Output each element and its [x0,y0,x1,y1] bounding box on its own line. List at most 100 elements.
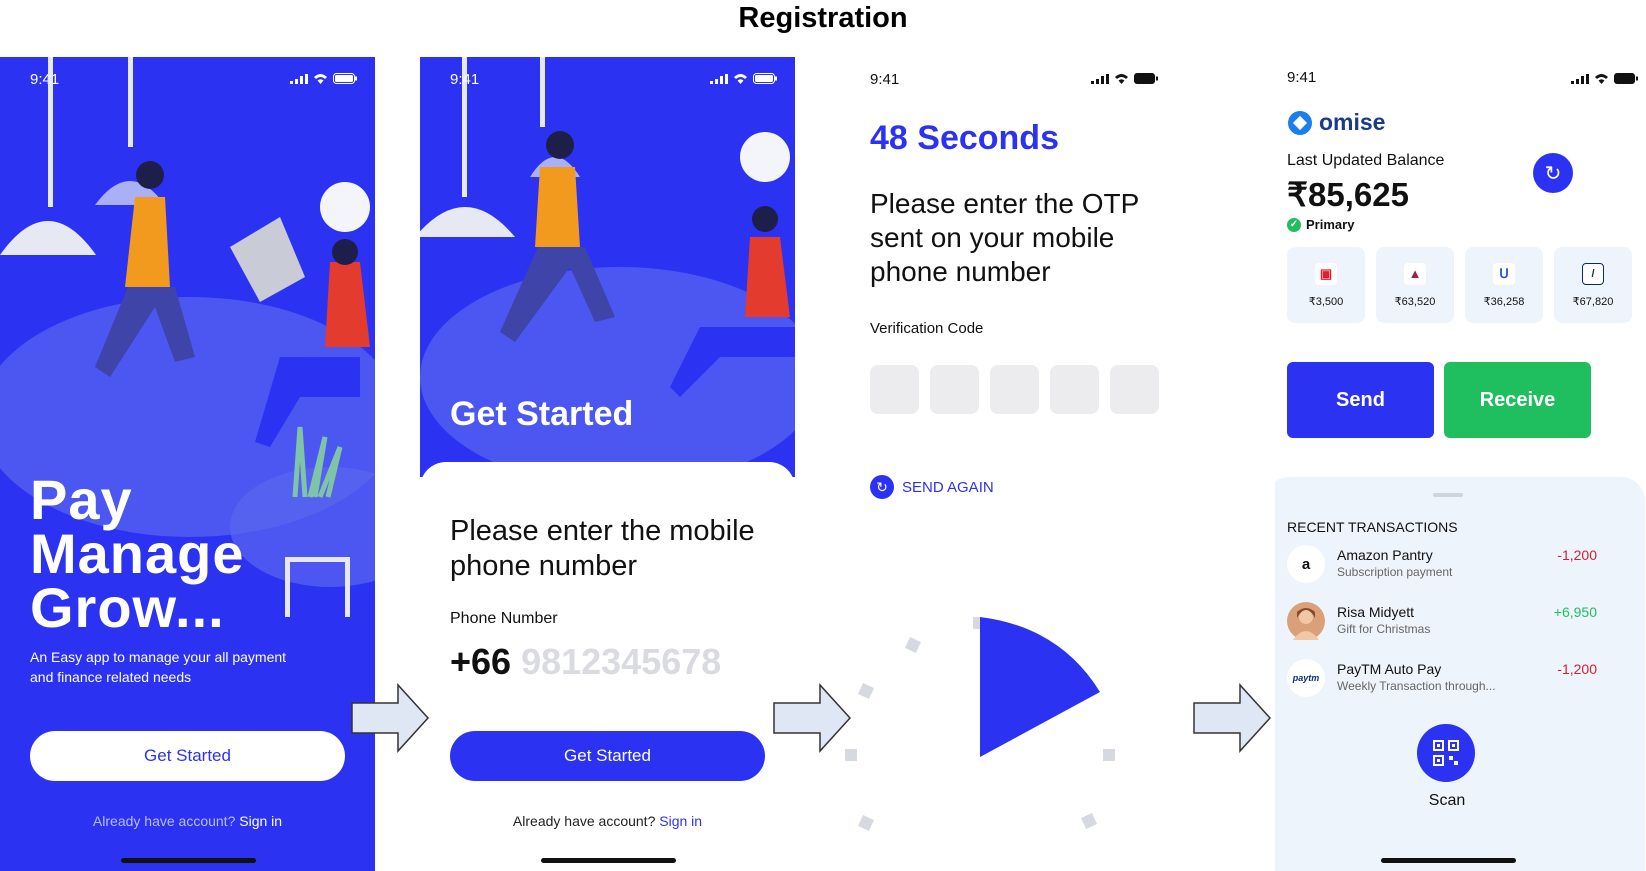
bank-card-hdfc[interactable]: ▣ ₹3,500 [1287,247,1365,323]
transactions-sheet: RECENT TRANSACTIONS a Amazon Pantry Subs… [1275,477,1645,871]
bank-amount: ₹3,500 [1308,295,1344,308]
primary-badge: ✓ Primary [1287,217,1354,232]
hero-line-grow: Grow... [30,576,225,639]
otp-digit-3[interactable] [990,365,1039,414]
amazon-avatar-icon: a [1287,545,1325,583]
check-icon: ✓ [1287,217,1301,232]
home-indicator [1380,858,1516,863]
status-time: 9:41 [1287,69,1317,86]
signal-icon [710,73,728,84]
transaction-name: Risa Midyett [1337,604,1415,620]
sign-in-link[interactable]: Sign in [659,813,702,829]
country-code[interactable]: +66 [450,641,511,682]
recent-transactions-title: RECENT TRANSACTIONS [1287,519,1458,535]
home-indicator [120,858,256,863]
status-time: 9:41 [870,71,900,88]
bank-amount: ₹63,520 [1394,295,1436,308]
bank-accounts: ▣ ₹3,500 ▲ ₹63,520 ᑌ ₹36,258 / ₹67,820 [1287,247,1632,323]
flow-arrow-icon [351,683,430,753]
bank-card-axis[interactable]: ▲ ₹63,520 [1376,247,1454,323]
battery-icon [753,73,777,84]
bank-card-union[interactable]: ᑌ ₹36,258 [1465,247,1543,323]
status-bar: 9:41 [420,57,795,97]
sheet-handle[interactable] [1433,493,1463,497]
status-icons [1571,73,1638,84]
countdown-timer: 48 Seconds [870,119,1059,157]
phone-input[interactable]: 9812345678 [521,641,721,682]
send-button[interactable]: Send [1287,362,1434,438]
transaction-row[interactable]: Risa Midyett Gift for Christmas +6,950 [1287,602,1607,646]
refresh-button[interactable]: ↻ [1533,153,1573,193]
sign-in-link[interactable]: Sign in [239,813,282,829]
hero-line-pay: Pay [30,468,133,531]
verification-label: Verification Code [870,320,984,337]
refresh-icon: ↻ [870,475,894,499]
transaction-name: Amazon Pantry [1337,547,1433,563]
transaction-desc: Weekly Transaction through... [1337,679,1496,693]
signal-icon [1091,73,1109,84]
union-bank-icon: ᑌ [1493,262,1515,285]
omise-logo-icon [1288,110,1312,135]
otp-boxes [870,365,1159,414]
action-buttons: Send Receive [1287,362,1591,438]
refresh-icon: ↻ [1544,162,1562,185]
wifi-icon [1115,74,1128,84]
primary-label: Primary [1306,217,1355,232]
signal-icon [1571,73,1589,84]
transaction-amount: -1,200 [1557,661,1597,677]
axis-bank-icon: ▲ [1404,262,1426,285]
status-time: 9:41 [450,71,480,88]
transaction-desc: Gift for Christmas [1337,622,1431,636]
send-again-button[interactable]: ↻ SEND AGAIN [870,475,994,499]
otp-digit-5[interactable] [1110,365,1159,414]
welcome-screen: 9:41 Pay Manage Grow... An Easy app to m… [0,57,375,871]
user-avatar [1287,602,1325,640]
phone-question: Please enter the mobile phone number [450,515,755,582]
page-title: Registration [738,2,908,34]
otp-screen: 9:41 48 Seconds Please enter the OTP sen… [845,57,1220,871]
dashboard-screen: 9:41 omise Last Updated Balance ₹85,625 … [1275,57,1646,871]
balance-label: Last Updated Balance [1287,152,1445,169]
transaction-desc: Subscription payment [1337,565,1453,579]
transaction-row[interactable]: paytm PayTM Auto Pay Weekly Transaction … [1287,659,1607,703]
otp-digit-4[interactable] [1050,365,1099,414]
paytm-avatar-icon: paytm [1287,659,1325,697]
send-again-label: SEND AGAIN [902,478,994,496]
deutsche-bank-icon: / [1582,262,1604,285]
receive-button[interactable]: Receive [1444,362,1591,438]
hero-line-manage: Manage [30,522,245,585]
get-started-button[interactable]: Get Started [450,731,765,781]
flow-arrow-icon [773,683,852,753]
welcome-subtitle: An Easy app to manage your all payment a… [30,649,287,685]
get-started-heading: Get Started [450,395,634,433]
otp-digit-2[interactable] [930,365,979,414]
qr-code-icon [1433,740,1459,766]
omise-logo: omise [1287,109,1385,136]
scan-button[interactable] [1417,724,1475,782]
transaction-amount: -1,200 [1557,547,1597,563]
flow-arrow-icon [1193,683,1272,753]
phone-label: Phone Number [450,610,558,627]
transaction-row[interactable]: a Amazon Pantry Subscription payment -1,… [1287,545,1607,589]
already-text: Already have account? [512,813,656,829]
transaction-name: PayTM Auto Pay [1337,661,1442,677]
signin-prompt: Already have account? Sign in [0,813,375,829]
otp-question: Please enter the OTP sent on your mobile… [870,188,1139,287]
already-text: Already have account? [92,813,236,829]
phone-field[interactable]: +66 9812345678 [450,641,721,683]
bank-card-deutsche[interactable]: / ₹67,820 [1554,247,1632,323]
otp-digit-1[interactable] [870,365,919,414]
hero-text: Pay Manage Grow... [30,468,245,639]
bank-amount: ₹67,820 [1572,295,1614,308]
hdfc-bank-icon: ▣ [1315,262,1337,285]
balance-amount: ₹85,625 [1287,176,1409,213]
battery-icon [1134,73,1158,84]
wifi-icon [1595,74,1608,84]
get-started-button[interactable]: Get Started [30,731,345,781]
status-icons [1091,73,1158,84]
wifi-icon [734,74,747,84]
loading-spinner [845,617,1115,831]
transaction-amount: +6,950 [1553,604,1597,620]
bank-amount: ₹36,258 [1483,295,1525,308]
status-icons [710,73,777,84]
